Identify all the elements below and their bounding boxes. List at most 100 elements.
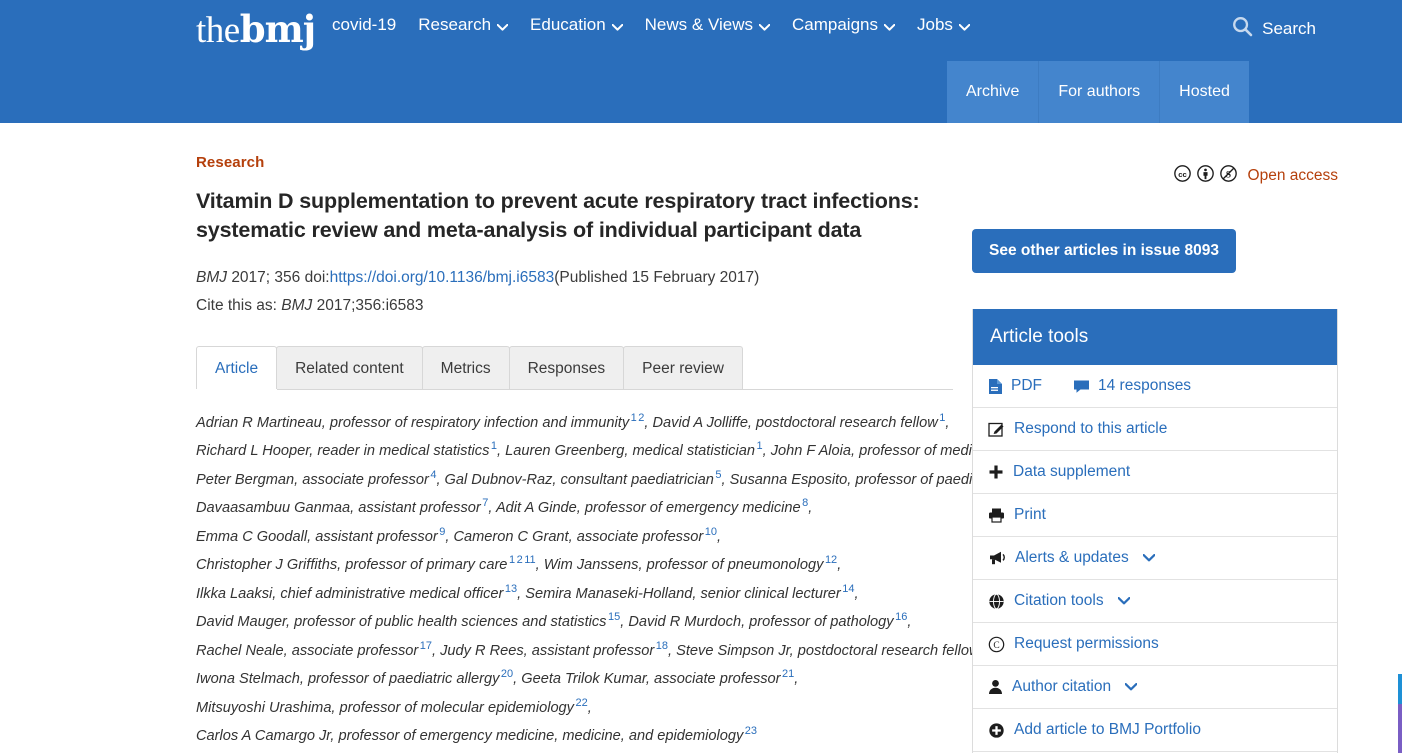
author-separator: , (488, 500, 496, 517)
search-button[interactable]: Search (1232, 16, 1316, 42)
author-affiliation-marker[interactable]: 1 (489, 440, 497, 452)
author-affiliation-marker[interactable]: 20 (499, 668, 513, 680)
copyright-icon: C (988, 636, 1005, 653)
published-date: (Published 15 February 2017) (554, 269, 760, 286)
author-line: Richard L Hooper, reader in medical stat… (196, 435, 1010, 463)
nav-item-education[interactable]: Education (530, 14, 623, 36)
pdf-file-icon (988, 378, 1003, 395)
author-name-and-role: John F Aloia, professor of medicine (770, 443, 999, 460)
author-name-and-role: Wim Janssens, professor of pneumonology (543, 557, 824, 574)
tools-row-author-citation[interactable]: Author citation (973, 666, 1337, 709)
nav-label: covid-19 (332, 15, 397, 34)
subnav-item-archive[interactable]: Archive (947, 61, 1040, 123)
article-column: Research Vitamin D supplementation to pr… (196, 123, 1019, 753)
author-line: Rachel Neale, associate professor 17, Jud… (196, 635, 997, 663)
author-separator: , (907, 614, 912, 631)
author-affiliation-marker[interactable]: 2 (515, 554, 523, 566)
tab-article[interactable]: Article (196, 346, 278, 389)
author-affiliation-marker[interactable]: 23 (743, 725, 757, 737)
tab-metrics[interactable]: Metrics (421, 346, 510, 389)
author-affiliation-marker[interactable]: 16 (894, 611, 907, 623)
nav-label: News & Views (644, 15, 753, 34)
author-name-and-role: Carlos A Camargo Jr, professor of emerge… (196, 727, 744, 744)
author-name-and-role: Adrian R Martineau, professor of respira… (196, 414, 630, 431)
respond-label: Respond to this article (1014, 420, 1168, 437)
nav-item-jobs[interactable]: Jobs (917, 14, 970, 36)
nav-item-research[interactable]: Research (418, 14, 509, 36)
author-affiliation-marker[interactable]: 1 (755, 440, 762, 452)
tools-row-data-supplement[interactable]: Data supplement (973, 451, 1337, 494)
page-edge-scrollbar[interactable] (1395, 674, 1402, 753)
tab-related-content[interactable]: Related content (276, 346, 423, 389)
tools-row-print[interactable]: Print (973, 494, 1337, 537)
author-affiliation-marker[interactable]: 5 (714, 469, 721, 481)
author-affiliation-marker[interactable]: 22 (574, 697, 587, 709)
article-section-kicker: Research (196, 154, 265, 171)
author-name-and-role: Semira Manaseki-Holland, senior clinical… (525, 585, 841, 602)
see-other-articles-button[interactable]: See other articles in issue 8093 (972, 229, 1237, 273)
author-line: Davaasambuu Ganmaa, assistant professor 7… (196, 492, 953, 520)
author-separator: , (668, 642, 677, 659)
author-affiliation-marker[interactable]: 12 (823, 554, 837, 566)
cite-this-as: Cite this as: BMJ 2017;356:i6583 (196, 295, 953, 317)
author-name-and-role: Peter Bergman, associate professor (196, 471, 429, 488)
search-icon (1232, 16, 1253, 42)
author-name-and-role: Lauren Greenberg, medical statistician (505, 443, 755, 460)
author-separator: , (721, 471, 730, 488)
logo-the: the (196, 10, 240, 51)
printer-icon (988, 507, 1005, 523)
author-affiliation-marker[interactable]: 14 (841, 583, 854, 595)
doi-link[interactable]: https://doi.org/10.1136/bmj.i6583 (330, 269, 555, 286)
author-affiliation-marker[interactable]: 18 (654, 640, 668, 652)
author-affiliation-marker[interactable]: 15 (606, 611, 620, 623)
tools-row-add-to-portfolio[interactable]: Add article to BMJ Portfolio (973, 709, 1337, 752)
tools-row-request-permissions[interactable]: C Request permissions (973, 623, 1337, 666)
alerts-updates-label: Alerts & updates (1015, 549, 1129, 566)
author-affiliation-marker[interactable]: 21 (781, 668, 794, 680)
author-affiliation-marker[interactable]: 11 (523, 554, 535, 566)
cc-by-icon (1196, 165, 1214, 187)
tools-row-citation-tools[interactable]: Citation tools (973, 580, 1337, 623)
author-separator: , (717, 528, 722, 545)
author-name-and-role: Iwona Stelmach, professor of paediatric … (196, 670, 500, 687)
author-line: Peter Bergman, associate professor 4, Gal… (196, 464, 1019, 492)
author-affiliation-marker[interactable]: 17 (418, 640, 432, 652)
subnav-item-for-authors[interactable]: For authors (1039, 61, 1161, 123)
author-separator: , (535, 557, 544, 574)
author-separator: , (794, 670, 799, 687)
tools-row-alerts-updates[interactable]: Alerts & updates (973, 537, 1337, 580)
author-separator: , (945, 414, 950, 431)
data-supplement-label: Data supplement (1013, 463, 1131, 480)
cite-as-ref: 2017;356:i6583 (316, 297, 424, 314)
author-affiliation-marker[interactable]: 10 (703, 526, 717, 538)
cc-icon: cc (1173, 165, 1191, 187)
author-affiliation-marker[interactable]: 13 (503, 583, 517, 595)
responses-link[interactable]: 14 responses (1073, 377, 1191, 395)
pdf-link[interactable]: PDF (988, 377, 1042, 395)
nav-item-news-and-views[interactable]: News & Views (645, 14, 770, 36)
tools-row-respond[interactable]: Respond to this article (973, 408, 1337, 451)
page-body: Research Vitamin D supplementation to pr… (0, 123, 1402, 753)
author-name-and-role: Richard L Hooper, reader in medical stat… (196, 443, 490, 460)
bmj-logo[interactable]: thebmj (196, 7, 316, 53)
author-line: Iwona Stelmach, professor of paediatric … (196, 663, 953, 691)
nav-item-campaigns[interactable]: Campaigns (792, 14, 895, 36)
tab-peer-review[interactable]: Peer review (623, 346, 743, 389)
nav-item-covid19[interactable]: covid-19 (332, 14, 396, 36)
logo-bmj: bmj (239, 7, 316, 51)
author-separator: , (808, 500, 813, 517)
author-line: Mitsuyoshi Urashima, professor of molecu… (196, 692, 953, 720)
tab-responses[interactable]: Responses (508, 346, 625, 389)
article-tools-title: Article tools (973, 309, 1337, 365)
author-list: Adrian R Martineau, professor of respira… (196, 407, 1019, 748)
subnav-item-hosted[interactable]: Hosted (1160, 61, 1249, 123)
comment-icon (1073, 379, 1090, 394)
chevron-down-icon (958, 23, 970, 31)
chevron-down-icon (1142, 554, 1155, 562)
author-separator: , (587, 699, 592, 716)
author-name-and-role: Geeta Trilok Kumar, associate professor (521, 670, 781, 687)
author-affiliation-marker[interactable]: 1 (507, 554, 515, 566)
pencil-square-icon (988, 421, 1005, 437)
person-icon (988, 679, 1003, 695)
author-affiliation-marker[interactable]: 1 (629, 412, 637, 424)
